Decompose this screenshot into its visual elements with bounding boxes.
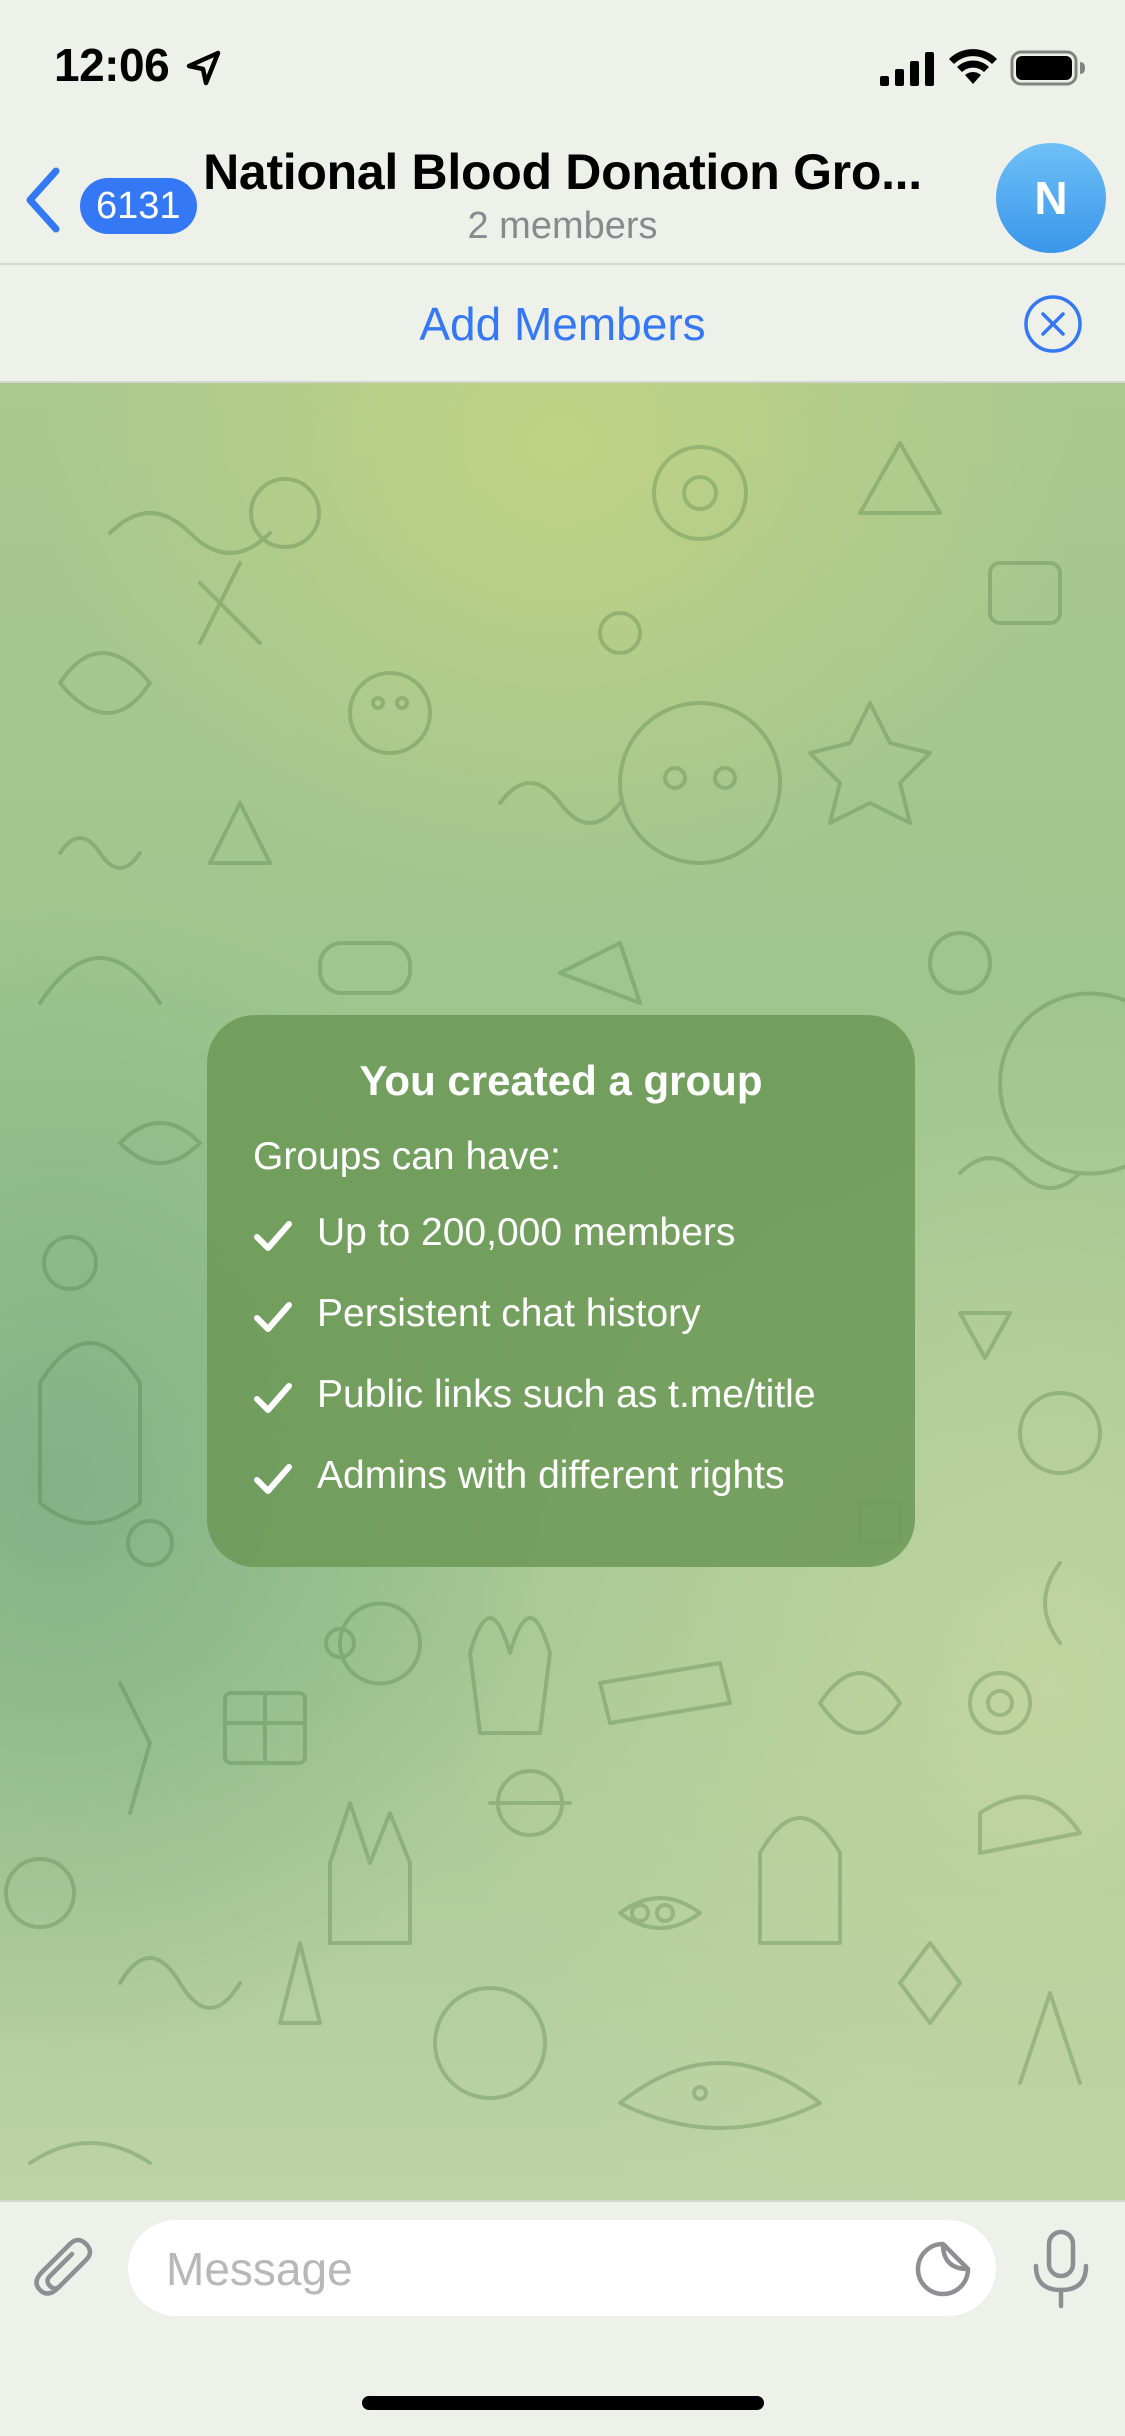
add-members-banner: Add Members	[0, 265, 1125, 383]
message-field[interactable]	[128, 2220, 996, 2318]
group-created-service-message: You created a group Groups can have: Up …	[207, 1015, 915, 1567]
chevron-left-icon	[26, 167, 60, 233]
chat-title[interactable]: National Blood Donation Gro...	[200, 143, 925, 201]
feature-item: Admins with different rights	[253, 1450, 893, 1510]
message-input-bar	[0, 2200, 1125, 2436]
feature-text: Up to 200,000 members	[317, 1211, 736, 1254]
chat-header: 6131 National Blood Donation Gro... 2 me…	[0, 135, 1125, 265]
paperclip-icon[interactable]	[28, 2232, 104, 2308]
location-arrow-icon	[186, 50, 221, 86]
checkmark-icon	[254, 1221, 292, 1251]
checkmark-icon	[254, 1383, 292, 1413]
checkmark-icon	[254, 1302, 292, 1332]
feature-text[interactable]: Public links such as t.me/title	[317, 1373, 816, 1417]
microphone-icon[interactable]	[1028, 2228, 1094, 2312]
status-bar: 12:06	[0, 0, 1125, 135]
feature-item: Public links such as t.me/title	[253, 1369, 893, 1429]
home-indicator	[362, 2396, 764, 2410]
feature-item: Persistent chat history	[253, 1288, 893, 1348]
service-message-intro: Groups can have:	[253, 1135, 561, 1178]
feature-item: Up to 200,000 members	[253, 1207, 893, 1267]
status-time: 12:06	[54, 39, 170, 91]
input-divider	[0, 2200, 1125, 2202]
add-members-button[interactable]: Add Members	[300, 290, 825, 358]
message-input[interactable]	[164, 2220, 908, 2318]
group-avatar[interactable]: N	[996, 143, 1106, 253]
cellular-signal-icon	[880, 52, 934, 86]
member-count: 2 members	[467, 205, 658, 247]
feature-text: Admins with different rights	[317, 1454, 785, 1497]
feature-text: Persistent chat history	[317, 1292, 701, 1335]
battery-icon	[1010, 50, 1085, 86]
sticker-icon[interactable]	[912, 2238, 974, 2300]
unread-count-badge: 6131	[80, 178, 197, 234]
back-button[interactable]: 6131	[18, 157, 198, 247]
chat-background: You created a group Groups can have: Up …	[0, 383, 1125, 2200]
service-message-title: You created a group	[359, 1057, 763, 1104]
checkmark-icon	[254, 1464, 292, 1494]
wifi-icon	[949, 49, 997, 84]
close-banner-icon[interactable]	[1023, 294, 1083, 354]
